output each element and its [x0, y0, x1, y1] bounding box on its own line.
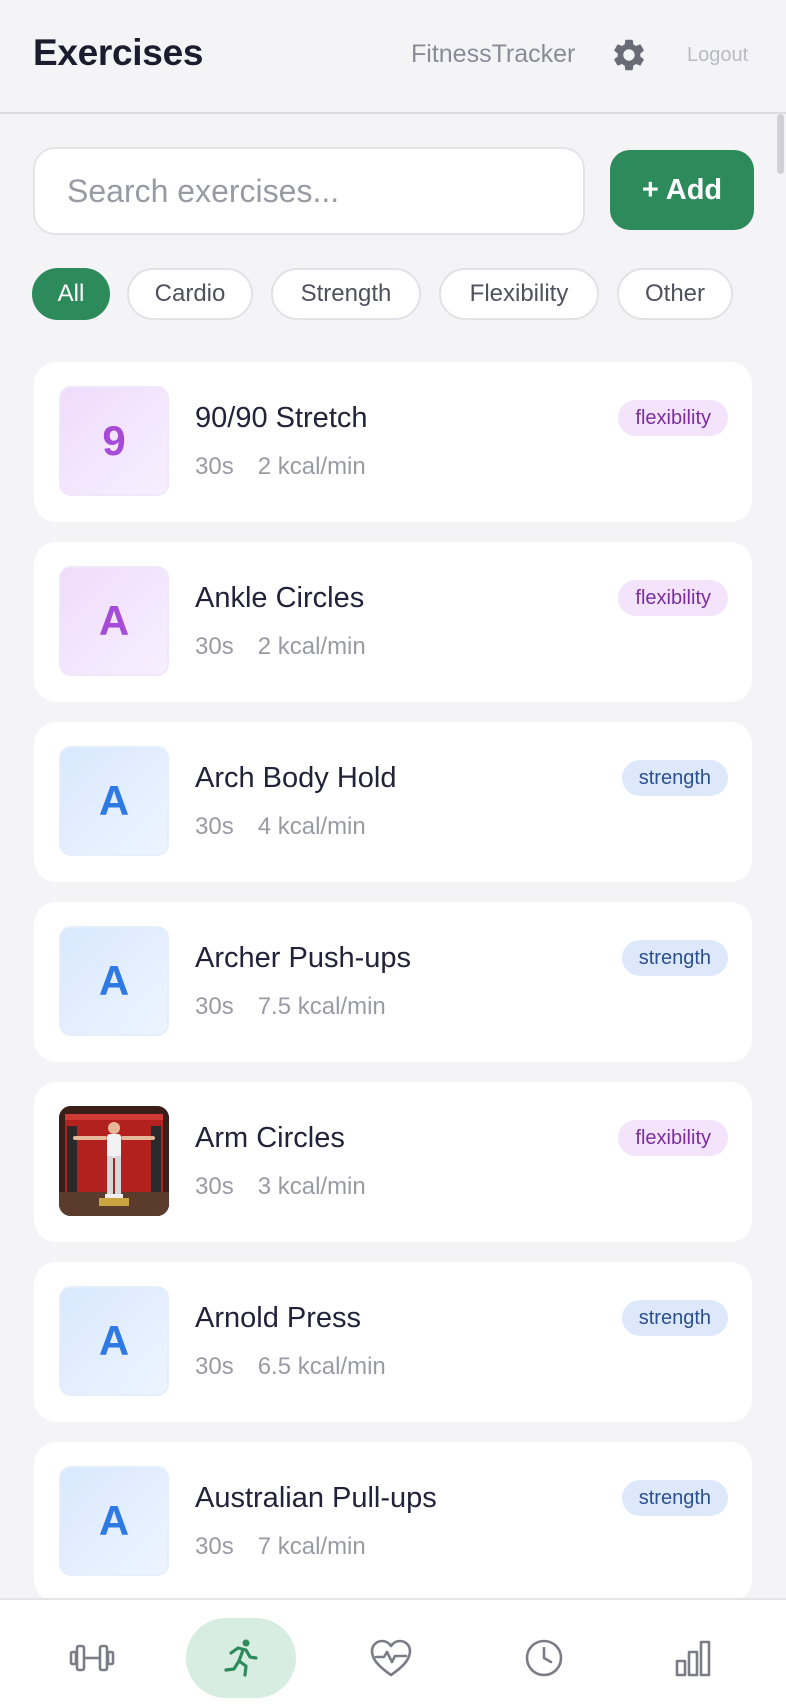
exercise-meta: 30s 2 kcal/min — [195, 633, 366, 661]
logout-link[interactable]: Logout — [687, 44, 748, 67]
exercise-name: Ankle Circles — [195, 582, 365, 614]
bottom-nav — [0, 1598, 786, 1704]
exercise-card[interactable]: A Australian Pull-ups 30s 7 kcal/min stre… — [34, 1442, 752, 1602]
page-title: Exercises — [33, 32, 204, 73]
nav-history[interactable] — [489, 1618, 599, 1698]
exercise-initial-thumb: A — [59, 566, 169, 676]
dumbbell-icon — [69, 1644, 115, 1672]
running-icon — [224, 1639, 258, 1677]
exercise-card[interactable]: 9 90/90 Stretch 30s 2 kcal/min flexibilit… — [34, 362, 752, 522]
app-header: Exercises FitnessTracker Logout — [0, 0, 786, 114]
category-badge: flexibility — [618, 580, 728, 616]
nav-exercises[interactable] — [186, 1618, 296, 1698]
brand-name[interactable]: FitnessTracker — [411, 40, 575, 69]
search-input[interactable] — [67, 172, 583, 210]
exercise-meta: 30s 6.5 kcal/min — [195, 1353, 386, 1381]
nav-stats[interactable] — [638, 1618, 748, 1698]
filter-chip-cardio[interactable]: Cardio — [127, 268, 253, 320]
category-badge: strength — [621, 760, 728, 796]
filter-chip-strength[interactable]: Strength — [271, 268, 421, 320]
exercise-initial-thumb: A — [59, 926, 169, 1036]
category-badge: flexibility — [618, 1120, 728, 1156]
scrollbar-thumb[interactable] — [777, 114, 784, 174]
filter-chip-flexibility[interactable]: Flexibility — [439, 268, 599, 320]
heart-pulse-icon — [370, 1639, 412, 1677]
exercise-meta: 30s 7 kcal/min — [195, 1533, 366, 1561]
exercise-name: Australian Pull-ups — [195, 1482, 437, 1514]
exercise-duration: 30s — [195, 1173, 234, 1200]
exercise-name: Arch Body Hold — [195, 762, 397, 794]
exercise-initial-thumb: A — [59, 746, 169, 856]
bar-chart-icon — [675, 1640, 711, 1677]
category-badge: strength — [621, 1300, 728, 1336]
search-field[interactable] — [33, 147, 585, 235]
exercise-initial-thumb: A — [59, 1286, 169, 1396]
clock-icon — [525, 1639, 563, 1677]
exercise-calories: 2 kcal/min — [257, 453, 366, 480]
exercise-meta: 30s 7.5 kcal/min — [195, 993, 386, 1021]
exercise-name: Archer Push-ups — [195, 942, 411, 974]
exercise-duration: 30s — [195, 813, 234, 840]
exercise-calories: 6.5 kcal/min — [257, 1353, 386, 1380]
gear-icon[interactable] — [610, 36, 648, 74]
exercise-photo — [59, 1106, 169, 1216]
exercise-duration: 30s — [195, 453, 234, 480]
exercise-meta: 30s 4 kcal/min — [195, 813, 366, 841]
exercise-card[interactable]: A Arnold Press 30s 6.5 kcal/min strength — [34, 1262, 752, 1422]
exercise-card[interactable]: Arm Circles 30s 3 kcal/min flexibility — [34, 1082, 752, 1242]
exercise-card[interactable]: A Archer Push-ups 30s 7.5 kcal/min streng… — [34, 902, 752, 1062]
exercise-calories: 2 kcal/min — [257, 633, 366, 660]
exercise-card[interactable]: A Ankle Circles 30s 2 kcal/min flexibilit… — [34, 542, 752, 702]
category-badge: strength — [621, 940, 728, 976]
exercise-calories: 4 kcal/min — [257, 813, 366, 840]
exercise-calories: 3 kcal/min — [257, 1173, 366, 1200]
exercise-name: Arnold Press — [195, 1302, 362, 1334]
exercise-name: Arm Circles — [195, 1122, 345, 1154]
exercise-meta: 30s 2 kcal/min — [195, 453, 366, 481]
exercise-initial-thumb: A — [59, 1466, 169, 1576]
nav-health[interactable] — [336, 1618, 446, 1698]
exercise-duration: 30s — [195, 993, 234, 1020]
exercise-meta: 30s 3 kcal/min — [195, 1173, 366, 1201]
exercise-calories: 7.5 kcal/min — [257, 993, 386, 1020]
filter-chip-all[interactable]: All — [32, 268, 110, 320]
exercise-name: 90/90 Stretch — [195, 402, 368, 434]
exercise-duration: 30s — [195, 633, 234, 660]
category-badge: flexibility — [618, 400, 728, 436]
exercise-calories: 7 kcal/min — [257, 1533, 366, 1560]
add-exercise-button[interactable]: + Add — [610, 150, 754, 230]
filter-chip-other[interactable]: Other — [617, 268, 733, 320]
exercise-card[interactable]: A Arch Body Hold 30s 4 kcal/min strength — [34, 722, 752, 882]
category-badge: strength — [621, 1480, 728, 1516]
exercise-initial-thumb: 9 — [59, 386, 169, 496]
exercise-duration: 30s — [195, 1533, 234, 1560]
exercise-duration: 30s — [195, 1353, 234, 1380]
nav-workouts[interactable] — [37, 1618, 147, 1698]
